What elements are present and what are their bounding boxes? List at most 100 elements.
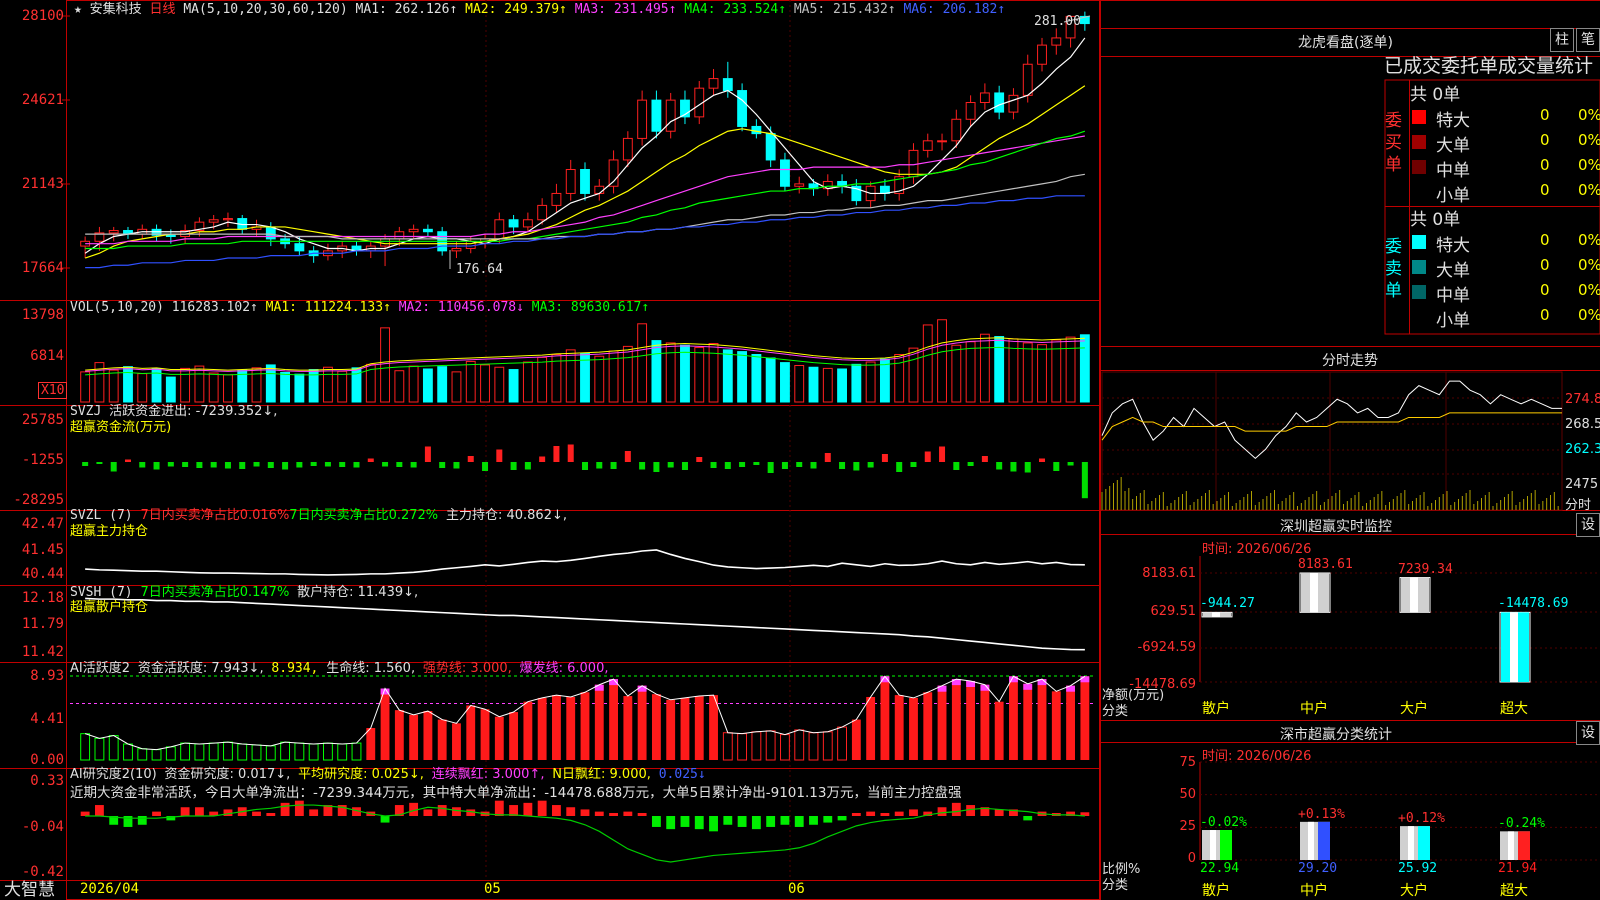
svzj-bar (324, 462, 331, 467)
ai1-title: AI活跃度2 (70, 661, 130, 676)
bar-mode-button[interactable]: 柱 (1550, 28, 1574, 52)
ai2-bar (937, 807, 947, 816)
svzj-bar (639, 462, 646, 470)
svzj-bar (1039, 458, 1046, 462)
sell-0-label: 特大 (1436, 236, 1470, 256)
classify-value-2: 25.92 (1398, 861, 1438, 876)
volume-bar (494, 366, 505, 403)
sell-total: 共 0单 (1410, 210, 1461, 230)
sell-1-pct: 0% (1578, 256, 1600, 274)
classify-value-3: 21.94 (1498, 861, 1538, 876)
svzj-bar (681, 462, 688, 470)
svzj-bar (553, 446, 560, 462)
svzj-text: 活跃资金进出: -7239.352↓, (109, 404, 278, 419)
star-icon[interactable]: ★ (74, 2, 82, 17)
volume-bar (422, 368, 433, 403)
candle-body (608, 159, 619, 187)
volume-bar (708, 342, 719, 403)
candle-body (394, 231, 405, 240)
sell-2-swatch (1412, 285, 1426, 299)
buy-3-swatch (1412, 185, 1426, 199)
svzj-bar (439, 462, 446, 468)
ai1-bar (180, 742, 191, 761)
date-label-0: 2026/04 (80, 881, 140, 897)
ai2-bar (466, 809, 476, 816)
ai2-bar (94, 805, 104, 816)
volume-bar (822, 367, 833, 403)
svzj-bar (1010, 462, 1017, 472)
ai1-t1: 资金活跃度: 7.943↓, (137, 661, 264, 676)
monitor-settings-button[interactable]: 设 (1576, 513, 1600, 537)
volume-bar (165, 376, 176, 403)
vol-axis-1: 6814 (30, 348, 64, 364)
volume-bar (1079, 334, 1090, 403)
sell-orders-label: 委卖单 (1385, 237, 1402, 301)
volume-bar (251, 367, 262, 403)
ai2-t5: 0.025↓ (658, 767, 706, 782)
candle-body (979, 92, 990, 104)
sell-0-pct: 0% (1578, 231, 1600, 249)
ai1-bar (737, 733, 748, 761)
classify-axis-1: 50 (1179, 787, 1196, 802)
monitor-value-0: -944.27 (1200, 596, 1255, 612)
svzj-bar (953, 462, 960, 470)
volume-bar (937, 319, 947, 403)
sell-0-count: 0 (1540, 231, 1550, 249)
classify-settings-button[interactable]: 设 (1576, 721, 1600, 745)
sell-0-swatch (1412, 235, 1426, 249)
buy-orders-label: 委买单 (1385, 111, 1402, 175)
svzj-bar (924, 451, 931, 462)
svzj-bar (153, 462, 160, 470)
sell-1-count: 0 (1540, 256, 1550, 274)
candle-body (580, 169, 590, 194)
svzj-bar (396, 462, 403, 467)
svzj-bar (210, 462, 217, 468)
volume-bar (194, 365, 205, 403)
ai1-bar (637, 685, 647, 760)
ai2-bar (523, 802, 533, 816)
svsh-t2: 散户持仓: 11.439↓, (297, 585, 419, 600)
candle-body (780, 159, 790, 187)
svzj-bar (253, 462, 260, 467)
tick-mode-button[interactable]: 笔 (1576, 28, 1600, 52)
ai1-bar (1051, 691, 1061, 760)
brand-label: 大智慧 (4, 880, 55, 900)
stock-name[interactable]: 安集科技 (90, 2, 142, 17)
ai2-bar (137, 816, 147, 825)
ai1-bar (651, 694, 661, 760)
ai2-t3: 连续飘红: 3.000↑, (431, 767, 545, 782)
svzj-bar (339, 462, 346, 467)
monitor-category-2: 大户 (1400, 701, 1428, 717)
svzj-bar (710, 462, 717, 468)
candle-body (737, 90, 748, 127)
ai2-bar (266, 813, 276, 816)
ai2-bar (80, 811, 90, 816)
period-label[interactable]: 日线 (150, 2, 176, 17)
ai2-bar (680, 816, 690, 827)
ai2-bar (537, 800, 547, 816)
volume-bar (794, 365, 805, 403)
svzl-t3: 主力持仓: 40.862↓, (445, 508, 567, 523)
buy-2-pct: 0% (1578, 156, 1600, 174)
buy-total: 共 0单 (1410, 85, 1461, 105)
volume-bar (151, 368, 162, 403)
ai1-bar (794, 729, 805, 761)
svzj-bar (996, 462, 1003, 470)
svzj-bar (881, 454, 888, 462)
candle-body (380, 238, 390, 247)
ai1-bar (1066, 685, 1076, 760)
candle-body (765, 133, 776, 161)
svzl-line (85, 549, 1085, 576)
volume-bar (522, 361, 533, 403)
candle-body (551, 192, 562, 206)
monitor-category-0: 散户 (1202, 701, 1230, 717)
ai1-bar (808, 732, 819, 761)
ai1-bar (280, 741, 291, 761)
ai2-bar (709, 816, 718, 832)
classify-bar-accent-2 (1418, 826, 1430, 860)
svzj-bar (82, 462, 89, 466)
classify-category-3: 超大 (1500, 883, 1528, 899)
ai2-bar (309, 809, 319, 816)
ai1-bar (480, 709, 490, 760)
ai1-bar (137, 748, 148, 761)
